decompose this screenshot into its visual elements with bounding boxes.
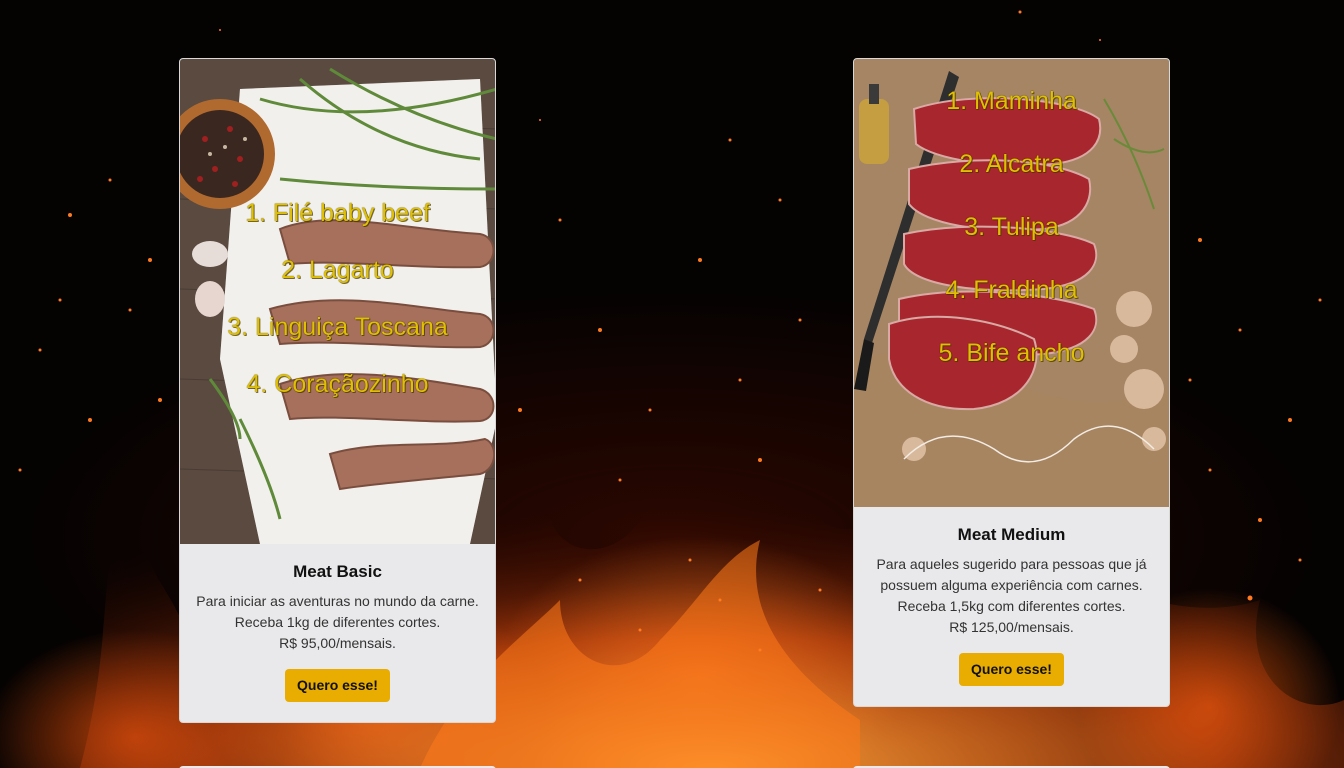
plan-description-text: Para aqueles sugerido para pessoas que j… bbox=[876, 556, 1147, 614]
sausage-photo bbox=[180, 59, 495, 544]
plan-body-medium: Meat Medium Para aqueles sugerido para p… bbox=[854, 525, 1169, 686]
cut-item: 4. Fraldinha bbox=[945, 276, 1078, 304]
plan-image-medium: 1. Maminha 2. Alcatra 3. Tulipa 4. Frald… bbox=[854, 59, 1169, 507]
choose-plan-button[interactable]: Quero esse! bbox=[959, 653, 1064, 686]
plan-title: Meat Basic bbox=[293, 562, 382, 581]
plan-title: Meat Medium bbox=[957, 525, 1066, 544]
plan-description: Para aqueles sugerido para pessoas que j… bbox=[870, 554, 1153, 638]
plan-price: R$ 125,00/mensais. bbox=[949, 619, 1074, 635]
plan-image-basic: 1. Filé baby beef 2. Lagarto 3. Linguiça… bbox=[180, 59, 495, 544]
cut-item: 3. Tulipa bbox=[964, 213, 1059, 241]
cut-item: 4. Coraçãozinho bbox=[246, 370, 429, 398]
plan-body-basic: Meat Basic Para iniciar as aventuras no … bbox=[180, 562, 495, 702]
choose-plan-button[interactable]: Quero esse! bbox=[285, 669, 390, 702]
plan-description-text: Para iniciar as aventuras no mundo da ca… bbox=[196, 593, 479, 630]
cut-item: 1. Filé baby beef bbox=[245, 199, 430, 227]
plan-card-basic: 1. Filé baby beef 2. Lagarto 3. Linguiça… bbox=[179, 58, 496, 723]
plan-price: R$ 95,00/mensais. bbox=[279, 635, 396, 651]
cut-item: 2. Lagarto bbox=[281, 256, 394, 284]
cut-item: 5. Bife ancho bbox=[938, 339, 1085, 367]
cut-item: 2. Alcatra bbox=[959, 150, 1064, 178]
plan-card-medium: 1. Maminha 2. Alcatra 3. Tulipa 4. Frald… bbox=[853, 58, 1170, 707]
cut-item: 1. Maminha bbox=[946, 87, 1077, 115]
plan-description: Para iniciar as aventuras no mundo da ca… bbox=[196, 591, 479, 654]
cut-item: 3. Linguiça Toscana bbox=[227, 313, 448, 341]
